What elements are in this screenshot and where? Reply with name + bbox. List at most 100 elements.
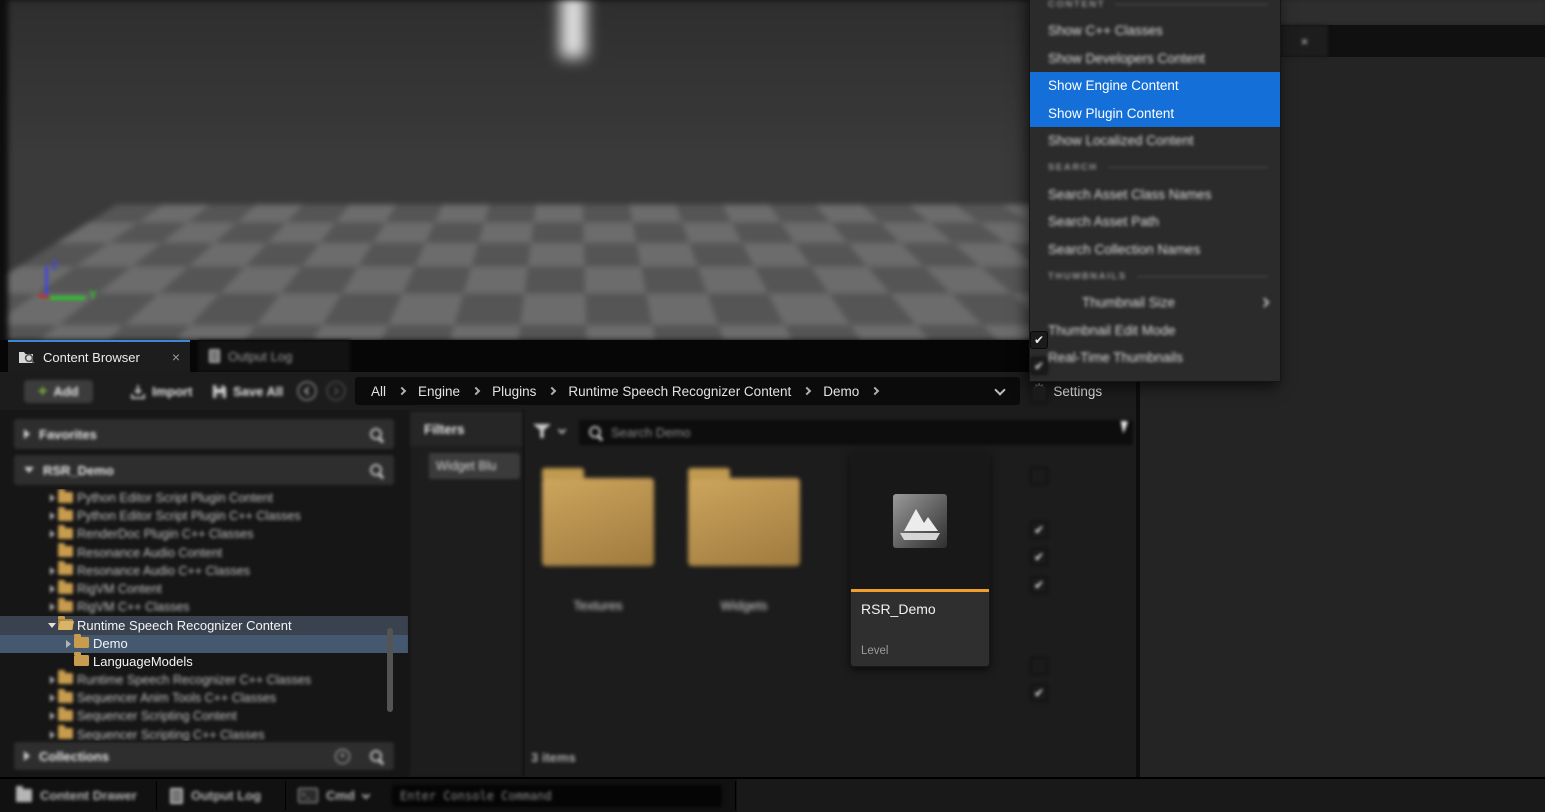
close-icon[interactable]: × (172, 350, 180, 364)
search-icon[interactable] (369, 427, 384, 442)
expand-arrow-icon[interactable] (24, 429, 30, 439)
tree-item-runtime-speech-recognizer-content[interactable]: Runtime Speech Recognizer Content (0, 616, 408, 634)
expand-arrow-icon[interactable] (46, 585, 58, 593)
menu-item-thumbnail-edit-mode[interactable]: Thumbnail Edit Mode (1030, 317, 1280, 345)
close-icon[interactable]: × (1301, 34, 1309, 49)
expand-arrow-icon[interactable] (46, 512, 58, 520)
menu-item-label: Show Developers Content (1048, 51, 1205, 66)
arrow-glyph (50, 567, 55, 575)
menu-item-search-asset-path[interactable]: ✔Search Asset Path (1030, 208, 1280, 236)
arrow-glyph (50, 694, 55, 702)
menu-item-show-engine-content[interactable]: ✔Show Engine Content (1030, 72, 1280, 100)
menu-item-show-localized-content[interactable]: Show Localized Content (1030, 127, 1280, 155)
search-icon[interactable] (369, 749, 384, 764)
tree-item-rigvm-content[interactable]: RigVM Content (0, 580, 408, 598)
menu-item-search-collection-names[interactable]: ✔Search Collection Names (1030, 236, 1280, 264)
tab-content-browser[interactable]: Content Browser × (8, 340, 190, 372)
tree-item-sequencer-scripting-c-classes[interactable]: Sequencer Scripting C++ Classes (0, 725, 408, 741)
breadcrumb-item-runtime-speech-recognizer-content[interactable]: Runtime Speech Recognizer Content (568, 384, 791, 399)
tab-output-log[interactable]: Output Log (198, 340, 350, 372)
tree-item-demo[interactable]: Demo (0, 635, 408, 653)
checkbox[interactable]: ✔ (1030, 521, 1048, 539)
checkbox[interactable]: ✔ (1030, 684, 1048, 702)
right-panel-tab[interactable]: × (1281, 25, 1328, 57)
save-all-button[interactable]: Save All (212, 380, 283, 403)
filter-dropdown-button[interactable] (533, 424, 565, 438)
checkbox[interactable] (1030, 467, 1048, 485)
tree-item-resonance-audio-content[interactable]: Resonance Audio Content (0, 544, 408, 562)
asset-search-box[interactable] (579, 420, 1133, 445)
tree-item-python-editor-script-plugin-c-classes[interactable]: Python Editor Script Plugin C++ Classes (0, 507, 408, 525)
breadcrumb-item-all[interactable]: All (371, 384, 386, 399)
expand-arrow-icon[interactable] (46, 731, 58, 739)
filter-chip-grip (420, 453, 429, 479)
output-log-button[interactable]: Output Log (170, 779, 261, 812)
add-button[interactable]: + Add (24, 380, 93, 403)
breadcrumb-item-plugins[interactable]: Plugins (492, 384, 536, 399)
checkbox[interactable] (1030, 657, 1048, 675)
output-log-icon (170, 788, 183, 804)
tree-item-label: Demo (93, 636, 128, 651)
tree-item-sequencer-scripting-content[interactable]: Sequencer Scripting Content (0, 707, 408, 725)
project-section-header[interactable]: RSR_Demo (14, 455, 394, 485)
asset-tile-textures[interactable]: Textures (540, 452, 656, 613)
forward-button[interactable] (326, 381, 346, 401)
menu-item-show-developers-content[interactable]: Show Developers Content (1030, 45, 1280, 73)
asset-pane: TexturesWidgetsRSR_DemoLevel 3 items (525, 410, 1136, 777)
menu-item-show-plugin-content[interactable]: ✔Show Plugin Content (1030, 100, 1280, 128)
expand-arrow-icon[interactable] (46, 567, 58, 575)
checkbox[interactable]: ✔ (1030, 576, 1048, 594)
menu-item-search-asset-class-names[interactable]: ✔Search Asset Class Names (1030, 181, 1280, 209)
tree-item-renderdoc-plugin-c-classes[interactable]: RenderDoc Plugin C++ Classes (0, 525, 408, 543)
tree-item-resonance-audio-c-classes[interactable]: Resonance Audio C++ Classes (0, 562, 408, 580)
tree-item-python-editor-script-plugin-content[interactable]: Python Editor Script Plugin Content (0, 489, 408, 507)
asset-search-input[interactable] (611, 425, 1124, 440)
favorites-section-header[interactable]: Favorites (14, 419, 394, 449)
collapse-arrow-icon[interactable] (24, 467, 34, 473)
path-dropdown-chevron-icon[interactable] (994, 384, 1005, 395)
breadcrumb-item-engine[interactable]: Engine (418, 384, 460, 399)
expand-arrow-icon[interactable] (46, 494, 58, 502)
expand-arrow-icon[interactable] (46, 712, 58, 720)
expand-arrow-icon[interactable] (46, 694, 58, 702)
arrow-glyph (66, 640, 71, 648)
console-command-input[interactable] (400, 789, 714, 803)
console-command-box[interactable] (392, 785, 722, 807)
content-drawer-button[interactable]: Content Drawer (16, 779, 137, 812)
search-icon[interactable] (369, 463, 384, 478)
tree-scrollbar[interactable] (387, 628, 393, 712)
add-collection-icon[interactable]: + (335, 749, 350, 764)
collections-label: Collections (39, 749, 109, 764)
cmd-selector[interactable]: >_ Cmd (298, 779, 369, 812)
checkbox[interactable] (1030, 385, 1048, 403)
collections-section-header[interactable]: Collections + (14, 742, 394, 770)
menu-item-thumbnail-size[interactable]: Thumbnail Size (1030, 289, 1280, 317)
level-viewport[interactable]: Z Y (0, 0, 1140, 340)
asset-card-rsr-demo[interactable]: RSR_DemoLevel (850, 452, 990, 667)
arrow-glyph (50, 494, 55, 502)
check-icon: ✔ (1034, 686, 1044, 700)
arrow-glyph (50, 585, 55, 593)
content-browser-settings-menu: CONTENT✔Show C++ ClassesShow Developers … (1029, 0, 1281, 382)
menu-item-show-c-classes[interactable]: ✔Show C++ Classes (1030, 17, 1280, 45)
expand-arrow-icon[interactable] (46, 530, 58, 538)
tree-item-rigvm-c-classes[interactable]: RigVM C++ Classes (0, 598, 408, 616)
tree-item-runtime-speech-recognizer-c-classes[interactable]: Runtime Speech Recognizer C++ Classes (0, 671, 408, 689)
expand-arrow-icon[interactable] (46, 676, 58, 684)
back-button[interactable] (297, 381, 317, 401)
import-button[interactable]: Import (130, 380, 192, 403)
expand-arrow-icon[interactable] (46, 603, 58, 611)
expand-arrow-icon[interactable] (62, 640, 74, 648)
menu-item-real-time-thumbnails[interactable]: ✔Real-Time Thumbnails (1030, 344, 1280, 372)
arrow-glyph (50, 512, 55, 520)
folder-icon (58, 510, 73, 521)
tree-item-languagemodels[interactable]: LanguageModels (0, 653, 408, 671)
expand-arrow-icon[interactable] (46, 623, 58, 628)
import-icon (130, 384, 146, 400)
checkbox[interactable]: ✔ (1030, 548, 1048, 566)
breadcrumb-item-demo[interactable]: Demo (823, 384, 859, 399)
tree-item-sequencer-anim-tools-c-classes[interactable]: Sequencer Anim Tools C++ Classes (0, 689, 408, 707)
expand-arrow-icon[interactable] (24, 751, 30, 761)
filter-chip-widget-blu[interactable]: Widget Blu (420, 453, 520, 479)
asset-tile-widgets[interactable]: Widgets (686, 452, 802, 613)
